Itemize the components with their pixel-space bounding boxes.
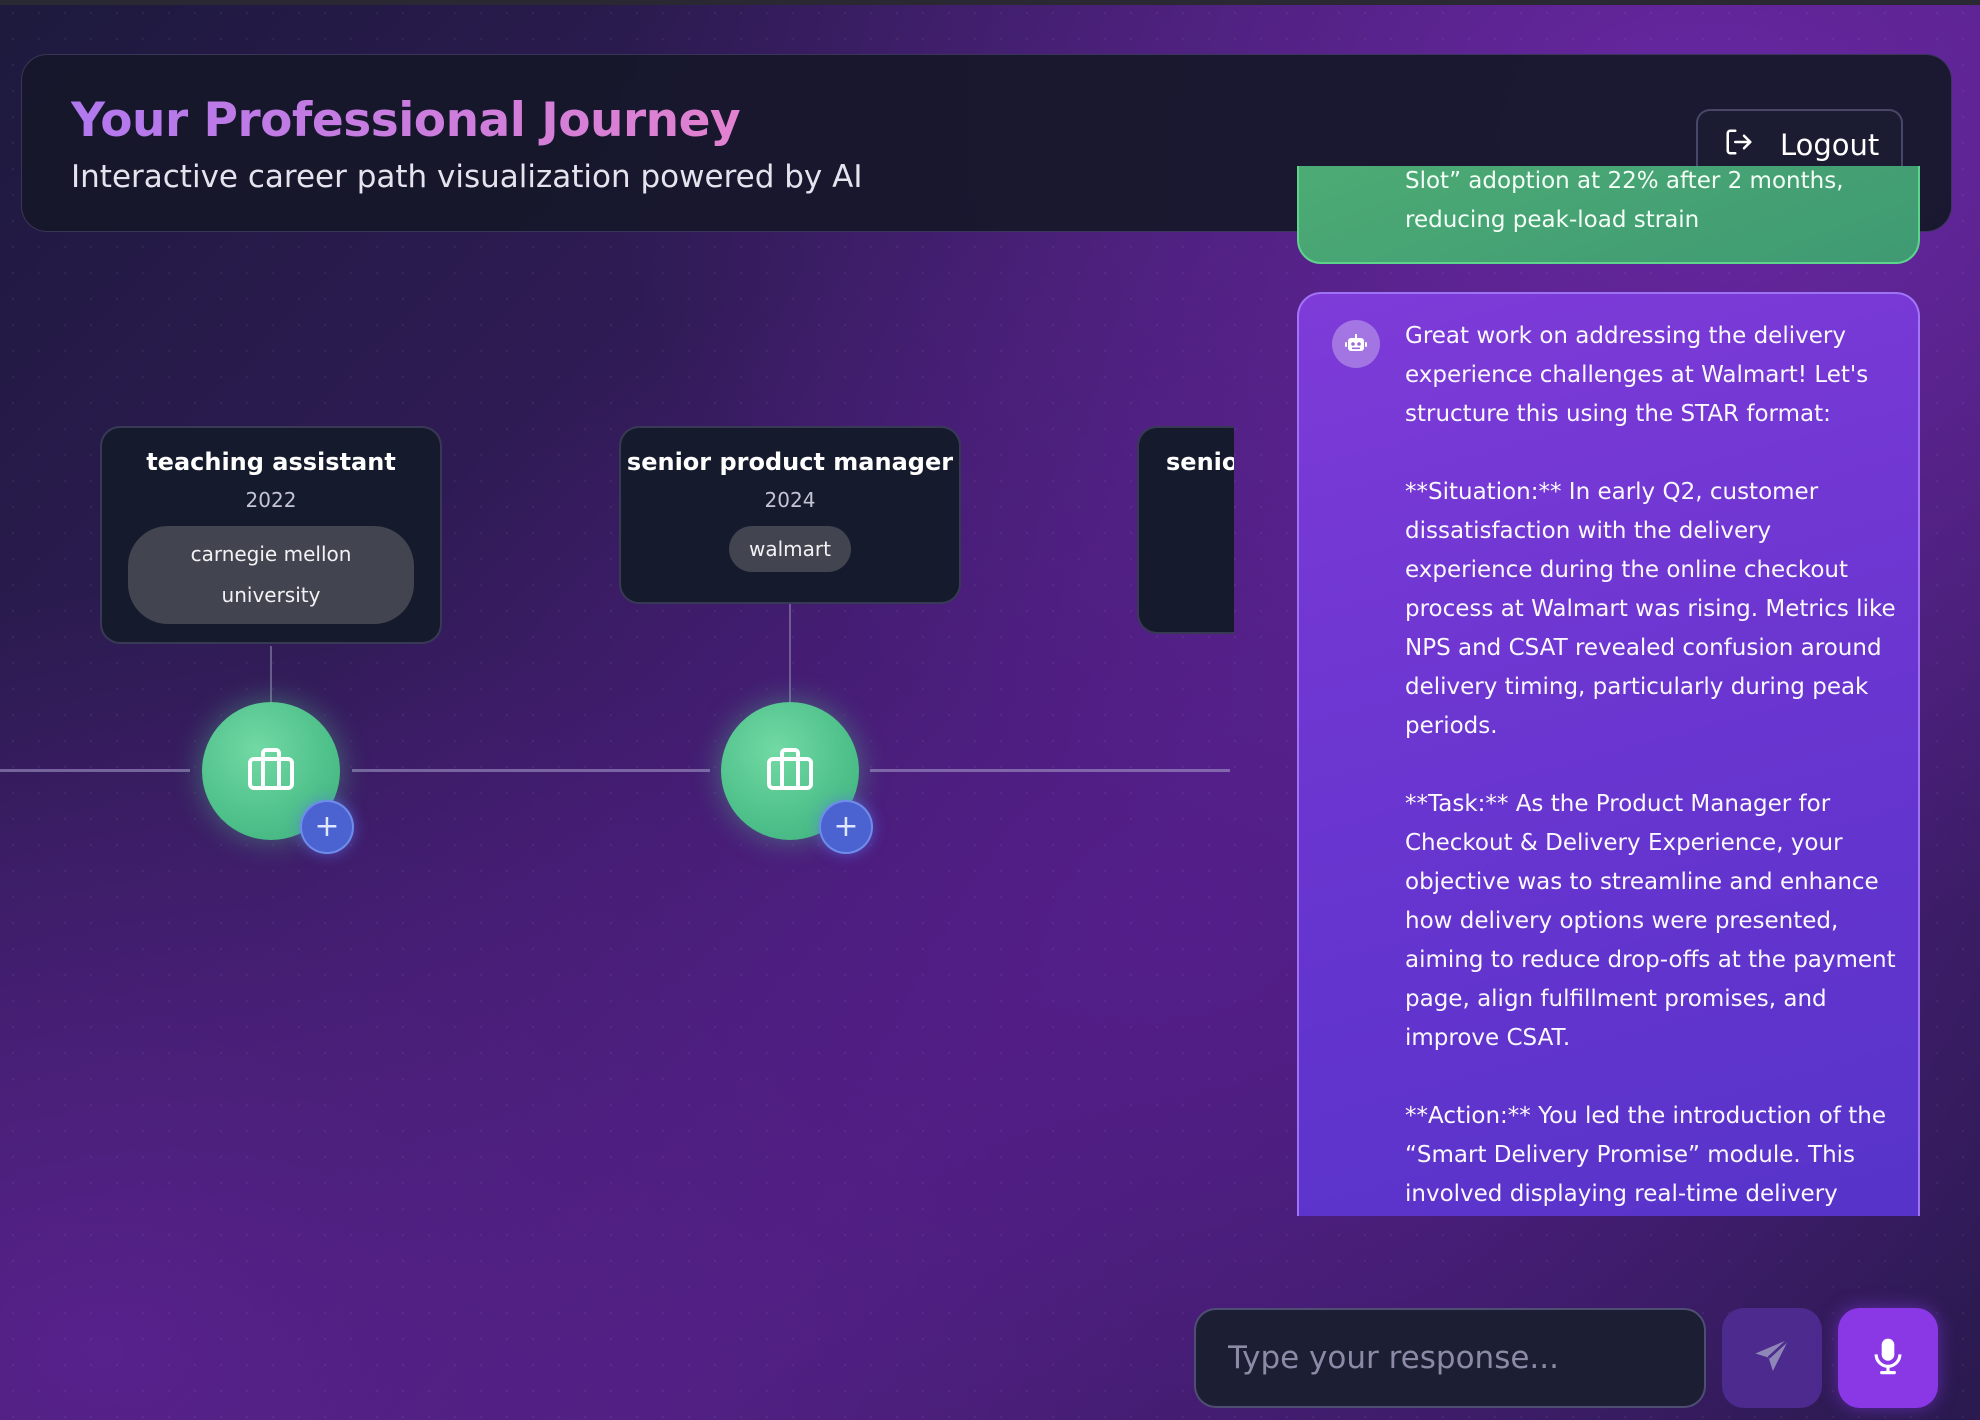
user-message: Slot” adoption at 22% after 2 months, re… <box>1297 166 1920 264</box>
briefcase-icon <box>766 747 814 795</box>
logout-icon <box>1724 127 1754 164</box>
logout-label: Logout <box>1780 128 1880 162</box>
briefcase-icon <box>247 747 295 795</box>
career-card-title: senio <box>1166 448 1234 476</box>
send-button[interactable] <box>1722 1308 1822 1408</box>
ai-message: Great work on addressing the delivery ex… <box>1297 292 1920 1216</box>
add-step-button[interactable]: + <box>819 800 873 854</box>
page-title: Your Professional Journey <box>71 93 741 148</box>
career-card-year: 2022 <box>245 488 297 512</box>
card-connector <box>270 646 272 702</box>
microphone-button[interactable] <box>1838 1308 1938 1408</box>
user-message-text: Slot” adoption at 22% after 2 months, re… <box>1405 168 1844 233</box>
career-card-title: senior product manager <box>626 448 954 476</box>
page-subtitle: Interactive career path visualization po… <box>71 159 863 195</box>
robot-icon <box>1332 320 1380 368</box>
microphone-icon <box>1871 1337 1905 1379</box>
career-timeline[interactable]: teaching assistant 2022 carnegie mellon … <box>0 400 1234 920</box>
add-step-button[interactable]: + <box>300 800 354 854</box>
career-card[interactable]: teaching assistant 2022 carnegie mellon … <box>100 426 442 644</box>
card-connector <box>789 604 791 702</box>
career-card-year: 2024 <box>764 488 816 512</box>
timeline-line-segment <box>352 769 710 772</box>
chat-messages[interactable]: Slot” adoption at 22% after 2 months, re… <box>1297 166 1923 1216</box>
career-card[interactable]: senior product manager 2024 walmart <box>619 426 961 604</box>
ai-message-text: Great work on addressing the delivery ex… <box>1405 323 1896 1207</box>
response-input[interactable] <box>1194 1308 1706 1408</box>
timeline-line-segment <box>0 769 190 772</box>
send-icon <box>1752 1336 1792 1380</box>
company-badge: walmart <box>729 526 851 572</box>
company-badge: carnegie mellon university <box>128 526 414 624</box>
timeline-line-segment <box>870 769 1230 772</box>
career-card-title: teaching assistant <box>146 448 396 476</box>
career-card[interactable]: senio <box>1137 426 1234 634</box>
